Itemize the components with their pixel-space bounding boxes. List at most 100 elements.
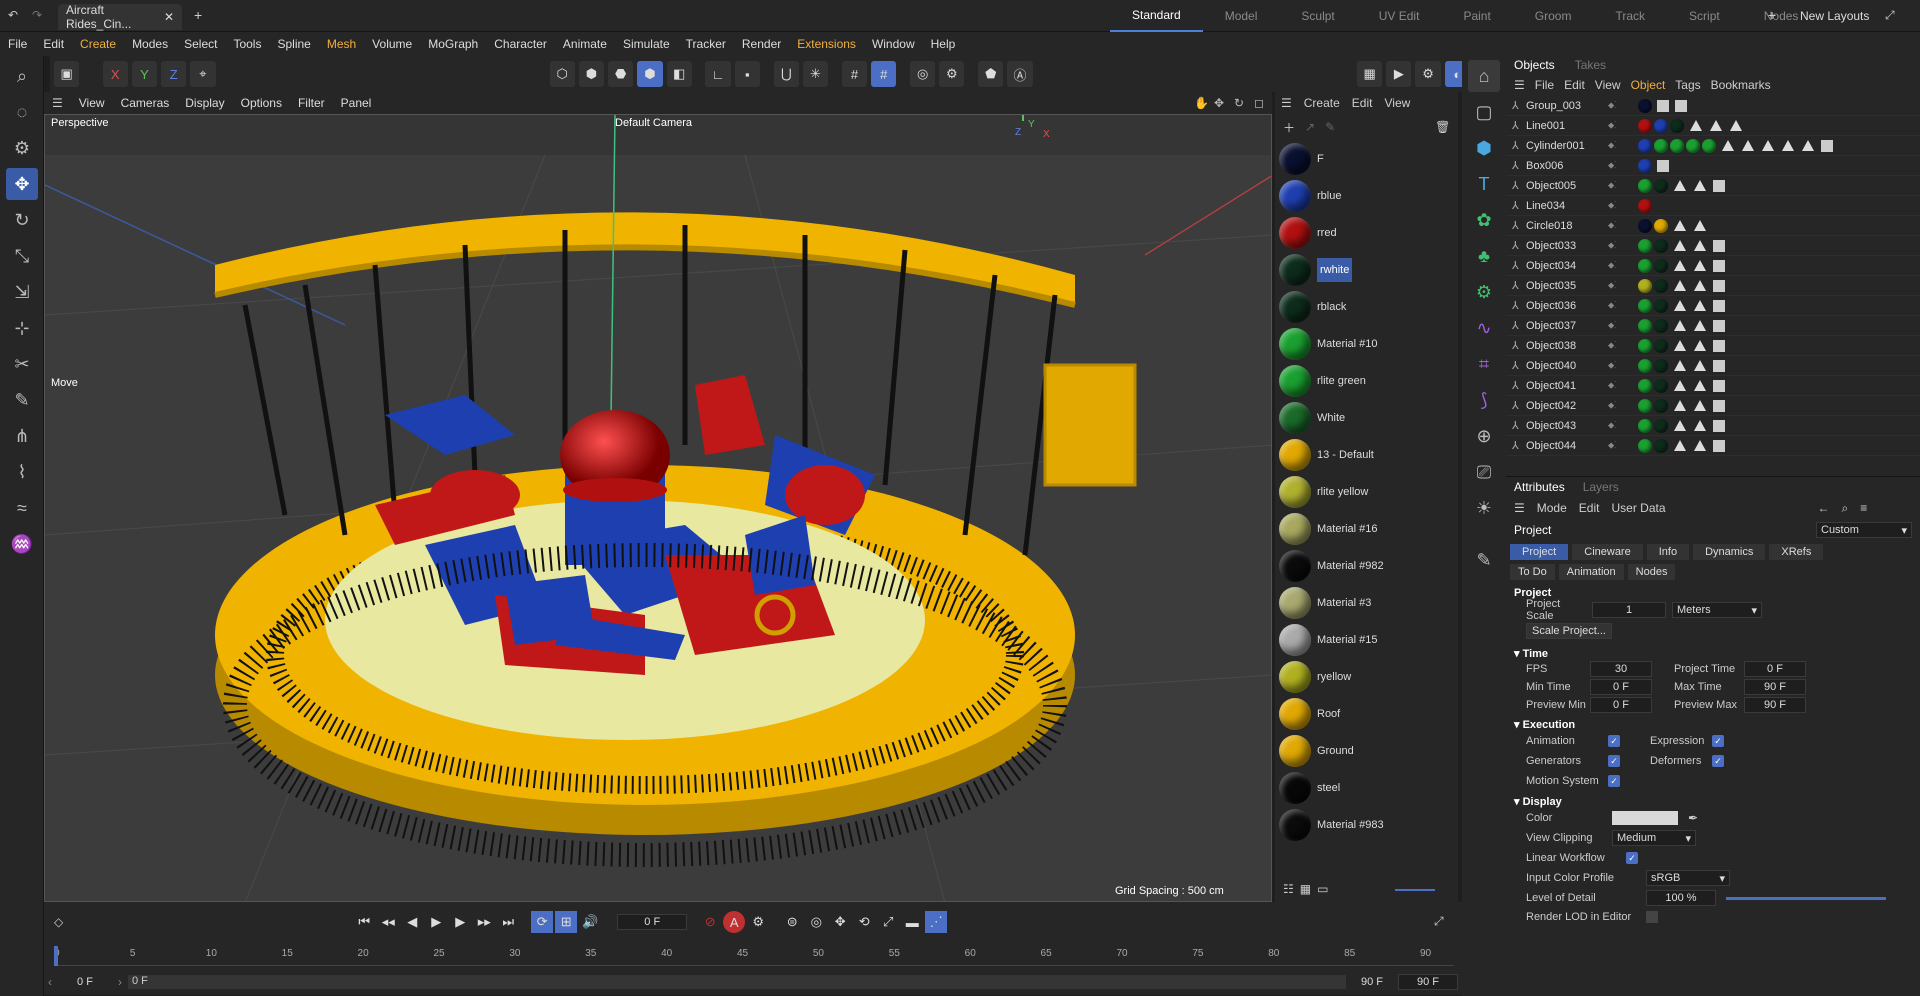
phong-tag-icon[interactable]: [1674, 180, 1686, 191]
material-tag-icon[interactable]: [1654, 238, 1668, 253]
eyedropper-icon[interactable]: ✒: [1688, 811, 1698, 825]
arrow-icon[interactable]: ↗: [1305, 120, 1315, 134]
material-tag-icon[interactable]: [1654, 398, 1668, 413]
material-tag-icon[interactable]: [1638, 138, 1652, 153]
material-item[interactable]: Ground: [1275, 732, 1458, 769]
environment-icon[interactable]: ⊕: [1468, 420, 1500, 452]
material-item[interactable]: ryellow: [1275, 658, 1458, 695]
material-tag-icon[interactable]: [1638, 318, 1652, 333]
record-icon[interactable]: ⊘: [699, 911, 721, 933]
keyframe-icon[interactable]: ◇: [54, 915, 63, 929]
search-icon[interactable]: ⌕: [6, 60, 38, 92]
scale-key-icon[interactable]: ⤢: [877, 911, 899, 933]
pla-icon[interactable]: ⊜: [781, 911, 803, 933]
z-axis-lock[interactable]: Z: [161, 61, 187, 87]
phong-tag-icon[interactable]: [1742, 140, 1754, 151]
visibility-dots-icon[interactable]: ⬥⁚: [1608, 380, 1638, 391]
axis-icon[interactable]: ▪: [734, 61, 760, 87]
uvw-tag-icon[interactable]: [1713, 399, 1725, 412]
uvw-tag-icon[interactable]: [1713, 419, 1725, 432]
uvw-tag-icon[interactable]: [1821, 139, 1833, 152]
add-material-icon[interactable]: ＋: [1283, 119, 1295, 136]
material-tag-icon[interactable]: [1654, 338, 1668, 353]
generators-checkbox[interactable]: ✓: [1608, 755, 1620, 767]
menu-select[interactable]: Select: [176, 37, 225, 51]
visibility-dots-icon[interactable]: ⬥⁚: [1608, 400, 1638, 411]
color-profile-dropdown[interactable]: sRGB ▾: [1646, 870, 1730, 886]
uvw-tag-icon[interactable]: [1713, 299, 1725, 312]
menu-tracker[interactable]: Tracker: [678, 37, 734, 51]
shield-icon[interactable]: ⬟: [978, 61, 1004, 87]
visibility-dots-icon[interactable]: ⬥⁚: [1608, 240, 1638, 251]
phong-tag-icon[interactable]: [1674, 360, 1686, 371]
phong-tag-icon[interactable]: [1694, 300, 1706, 311]
material-item[interactable]: White: [1275, 399, 1458, 436]
material-tag-icon[interactable]: [1686, 138, 1700, 153]
range-icon[interactable]: ⊞: [555, 911, 578, 933]
new-layouts-button[interactable]: New Layouts: [1800, 9, 1869, 23]
attr-tab-to-do[interactable]: To Do: [1510, 564, 1555, 580]
material-tag-icon[interactable]: [1638, 298, 1652, 313]
uvw-tag-icon[interactable]: [1713, 179, 1725, 192]
material-item[interactable]: rred: [1275, 214, 1458, 251]
material-item[interactable]: rlite green: [1275, 362, 1458, 399]
object-row[interactable]: ⅄ Object044 ⬥⁚: [1506, 436, 1920, 456]
material-tag-icon[interactable]: [1654, 178, 1668, 193]
object-menu-view[interactable]: View: [1595, 78, 1621, 92]
current-frame-input[interactable]: 0 F: [617, 914, 688, 930]
object-row[interactable]: ⅄ Object005 ⬥⁚: [1506, 176, 1920, 196]
visibility-dots-icon[interactable]: ⬥⁚: [1608, 220, 1638, 231]
material-tag-icon[interactable]: [1638, 338, 1652, 353]
loop-icon[interactable]: ⟳: [531, 911, 554, 933]
close-icon[interactable]: ✕: [164, 10, 174, 24]
object-row[interactable]: ⅄ Group_003 ⬥⁚: [1506, 96, 1920, 116]
material-tag-icon[interactable]: [1638, 198, 1652, 213]
key-icon[interactable]: ◎: [805, 911, 827, 933]
menu-animate[interactable]: Animate: [555, 37, 615, 51]
material-item[interactable]: F: [1275, 140, 1458, 177]
object-row[interactable]: ⅄ Object035 ⬥⁚: [1506, 276, 1920, 296]
layout-tab-script[interactable]: Script: [1667, 0, 1742, 32]
coordinate-system-icon[interactable]: ⌖: [190, 61, 216, 87]
material-tag-icon[interactable]: [1638, 398, 1652, 413]
material-tag-icon[interactable]: [1654, 278, 1668, 293]
visibility-dots-icon[interactable]: ⬥⁚: [1608, 120, 1638, 131]
menu-help[interactable]: Help: [923, 37, 964, 51]
go-start-icon[interactable]: ⏮: [353, 911, 375, 933]
grid-view-icon[interactable]: ▦: [1300, 882, 1311, 896]
fps-input[interactable]: 30: [1590, 661, 1652, 677]
material-tag-icon[interactable]: [1638, 418, 1652, 433]
color-swatch[interactable]: [1612, 811, 1678, 825]
material-tag-icon[interactable]: [1654, 258, 1668, 273]
material-item[interactable]: Material #982: [1275, 547, 1458, 584]
workplane-icon[interactable]: ∟: [705, 61, 731, 87]
material-item[interactable]: rblue: [1275, 177, 1458, 214]
material-item[interactable]: Material #10: [1275, 325, 1458, 362]
material-tag-icon[interactable]: [1654, 218, 1668, 233]
phong-tag-icon[interactable]: [1782, 140, 1794, 151]
phong-tag-icon[interactable]: [1674, 400, 1686, 411]
material-tag-icon[interactable]: [1670, 138, 1684, 153]
uvw-tag-icon[interactable]: [1713, 259, 1725, 272]
hamburger-icon[interactable]: ☰: [44, 96, 71, 110]
cube-icon[interactable]: ▢: [1468, 96, 1500, 128]
object-row[interactable]: ⅄ Object041 ⬥⁚: [1506, 376, 1920, 396]
render-view-icon[interactable]: ▦: [1356, 61, 1383, 87]
field-icon[interactable]: ⌗: [1468, 348, 1500, 380]
play-icon[interactable]: ▶: [425, 911, 447, 933]
material-item[interactable]: 13 - Default: [1275, 436, 1458, 473]
range-start-arrow-right[interactable]: ›: [118, 975, 122, 989]
layout-tab-sculpt[interactable]: Sculpt: [1279, 0, 1356, 32]
object-menu-bookmarks[interactable]: Bookmarks: [1711, 78, 1771, 92]
grid-icon[interactable]: #: [841, 61, 868, 87]
select-live-icon[interactable]: ◌: [6, 96, 38, 128]
material-tag-icon[interactable]: [1654, 138, 1668, 153]
hamburger-icon[interactable]: ☰: [1281, 96, 1292, 110]
material-item[interactable]: rlite yellow: [1275, 473, 1458, 510]
move-tool-icon[interactable]: ✥: [6, 168, 38, 200]
auto-icon[interactable]: Ⓐ: [1007, 61, 1033, 87]
dolly-icon[interactable]: ✥: [1214, 96, 1224, 110]
pan-icon[interactable]: ✋: [1194, 96, 1209, 110]
material-tag-icon[interactable]: [1654, 118, 1668, 133]
material-tag-icon[interactable]: [1654, 378, 1668, 393]
